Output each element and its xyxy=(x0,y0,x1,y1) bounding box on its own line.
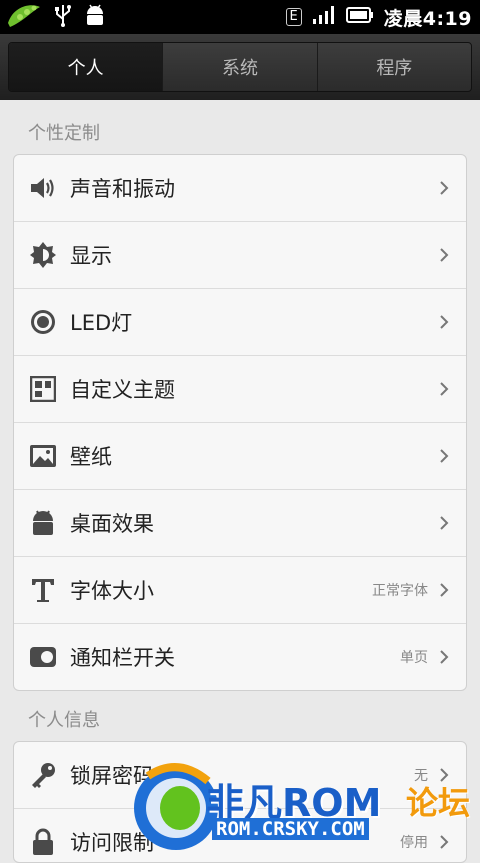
list-item-label: 自定义主题 xyxy=(70,378,175,402)
list-item-font-size[interactable]: 字体大小 正常字体 xyxy=(14,556,466,623)
pea-pod-icon xyxy=(6,1,42,33)
battery-icon xyxy=(345,7,374,27)
chevron-right-icon xyxy=(438,832,450,852)
list-item-wallpaper[interactable]: 壁纸 xyxy=(14,422,466,489)
speaker-icon xyxy=(28,173,58,203)
list-item-label: 壁纸 xyxy=(70,445,112,469)
chevron-right-icon xyxy=(438,379,450,399)
list-item-label: 桌面效果 xyxy=(70,512,154,536)
tabs: 个人 系统 程序 xyxy=(8,42,472,92)
clock: 凌晨4:19 xyxy=(383,7,472,30)
chevron-right-icon xyxy=(438,245,450,265)
personal-info-card: 锁屏密码 无 访问限制 停用 xyxy=(13,741,467,863)
tab-apps[interactable]: 程序 xyxy=(316,43,471,91)
tab-bar: 个人 系统 程序 xyxy=(0,34,480,100)
section-title-personal-info: 个人信息 xyxy=(28,710,100,731)
chevron-right-icon xyxy=(438,765,450,785)
network-type-badge: E xyxy=(285,8,302,26)
list-item-theme[interactable]: 自定义主题 xyxy=(14,355,466,422)
chevron-right-icon xyxy=(438,580,450,600)
list-item-led[interactable]: LED灯 xyxy=(14,288,466,355)
customization-card: 声音和振动 显示 LED灯 自定义主题 壁纸 桌面效果 字体大小 正常字体 通知… xyxy=(13,154,467,691)
list-item-label: 锁屏密码 xyxy=(70,764,154,788)
chevron-right-icon xyxy=(438,446,450,466)
tab-system[interactable]: 系统 xyxy=(162,43,316,91)
list-item-label: 字体大小 xyxy=(70,579,154,603)
theme-grid-icon xyxy=(28,374,58,404)
wallpaper-icon xyxy=(28,441,58,471)
section-title-customization: 个性定制 xyxy=(28,123,100,144)
list-item-display[interactable]: 显示 xyxy=(14,221,466,288)
signal-icon xyxy=(312,5,336,29)
list-item-desktop-effect[interactable]: 桌面效果 xyxy=(14,489,466,556)
status-bar: E 凌晨4:19 xyxy=(0,0,480,34)
chevron-right-icon xyxy=(438,312,450,332)
list-item-access-restriction[interactable]: 访问限制 停用 xyxy=(14,808,466,862)
list-item-label: 声音和振动 xyxy=(70,177,175,201)
chevron-right-icon xyxy=(438,513,450,533)
key-icon xyxy=(28,760,58,790)
usb-icon xyxy=(54,3,72,31)
chevron-right-icon xyxy=(438,178,450,198)
android-debug-icon xyxy=(84,3,106,31)
list-item-label: 通知栏开关 xyxy=(70,646,175,670)
led-icon xyxy=(28,307,58,337)
list-item-value: 单页 xyxy=(400,650,428,666)
list-item-lockscreen-password[interactable]: 锁屏密码 无 xyxy=(14,742,466,808)
chevron-right-icon xyxy=(438,647,450,667)
toggle-icon xyxy=(28,642,58,672)
list-item-label: LED灯 xyxy=(70,311,133,335)
android-icon xyxy=(28,508,58,538)
font-t-icon xyxy=(28,575,58,605)
list-item-value: 正常字体 xyxy=(372,583,428,599)
list-item-sound[interactable]: 声音和振动 xyxy=(14,155,466,221)
list-item-value: 停用 xyxy=(400,835,428,851)
brightness-icon xyxy=(28,240,58,270)
tab-personal[interactable]: 个人 xyxy=(9,43,163,91)
list-item-label: 显示 xyxy=(70,244,112,268)
list-item-value: 无 xyxy=(414,768,428,784)
list-item-notification-toggles[interactable]: 通知栏开关 单页 xyxy=(14,623,466,690)
